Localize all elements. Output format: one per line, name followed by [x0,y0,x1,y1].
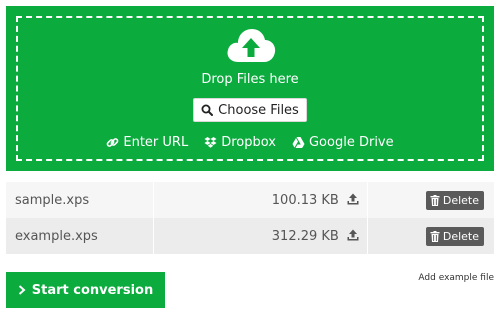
upload-icon [347,229,359,240]
dropbox-label: Dropbox [221,135,276,150]
delete-cell: Delete [368,182,495,218]
file-size-cell: 100.13 KB [153,182,368,218]
cloud-upload-icon [227,29,276,62]
delete-button[interactable]: Delete [425,226,484,246]
google-drive-icon [292,137,305,148]
file-dropzone[interactable]: Drop Files here Choose Files Enter URL D… [6,6,494,171]
file-size: 100.13 KB [271,192,339,208]
enter-url-label: Enter URL [123,135,189,150]
table-row: example.xps 312.29 KB Delete [6,218,494,254]
file-size-cell: 312.29 KB [153,218,368,254]
file-name: example.xps [15,228,98,244]
choose-files-button[interactable]: Choose Files [193,98,307,122]
dropbox-link[interactable]: Dropbox [204,135,276,150]
enter-url-link[interactable]: Enter URL [106,135,188,150]
file-name: sample.xps [15,192,90,208]
delete-label: Delete [442,229,479,243]
link-icon [107,138,119,147]
file-list: sample.xps 100.13 KB Delete example.xps … [6,182,494,254]
upload-icon [347,193,359,204]
delete-cell: Delete [368,218,495,254]
google-drive-link[interactable]: Google Drive [292,135,394,150]
delete-label: Delete [442,193,479,207]
drop-files-text: Drop Files here [201,72,299,87]
search-icon [201,104,214,116]
trash-icon [430,230,440,242]
dropbox-icon [204,137,217,148]
trash-icon [430,194,440,206]
table-row: sample.xps 100.13 KB Delete [6,182,494,218]
add-example-file-link[interactable]: Add example file [418,273,494,283]
google-drive-label: Google Drive [308,135,394,150]
start-conversion-button[interactable]: Start conversion [6,272,165,308]
chevron-right-icon [18,285,26,295]
choose-files-label: Choose Files [218,102,299,118]
file-size: 312.29 KB [271,228,339,244]
delete-button[interactable]: Delete [425,190,484,210]
file-sources: Enter URL Dropbox Google Drive [6,135,494,150]
start-conversion-label: Start conversion [31,282,154,298]
